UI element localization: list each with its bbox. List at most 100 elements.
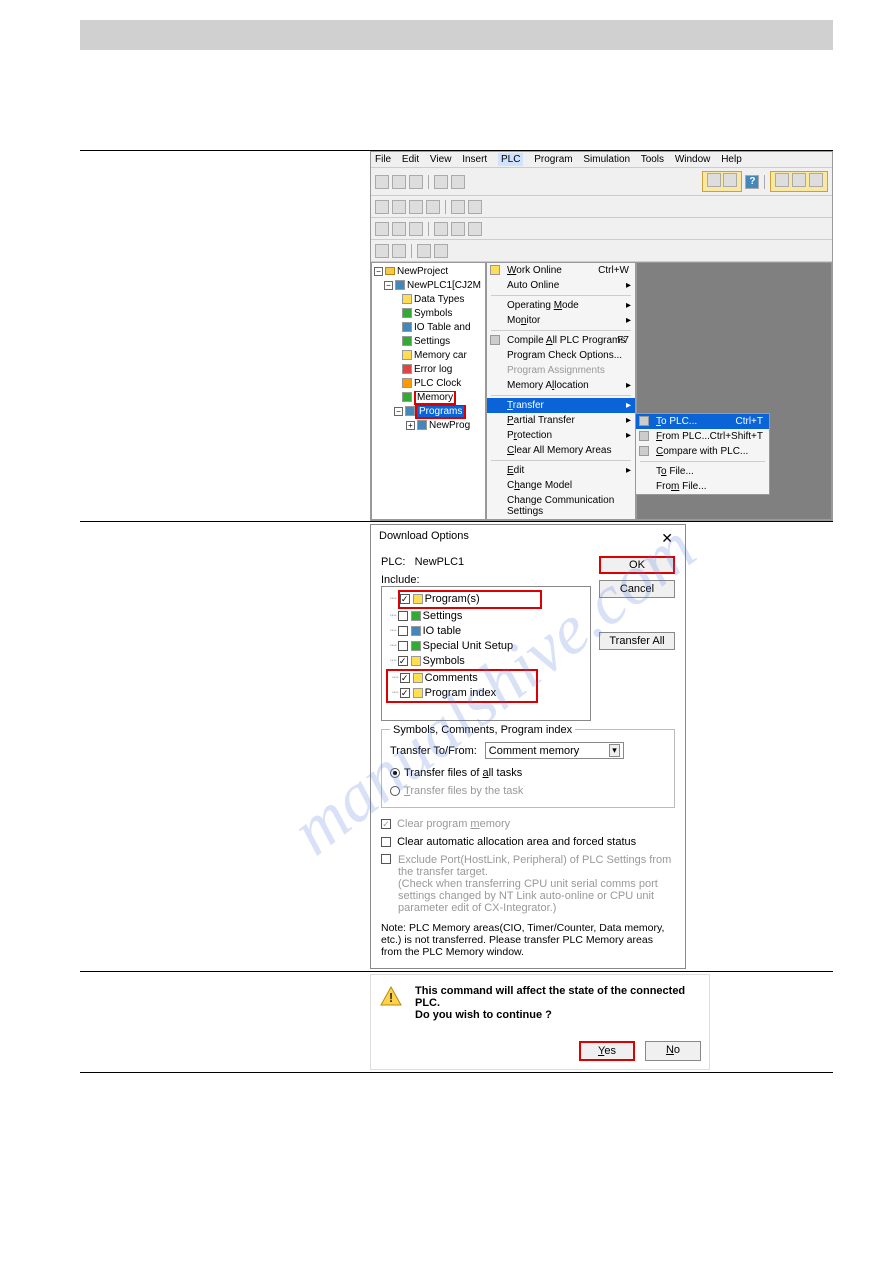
menu-program[interactable]: Program (534, 154, 572, 165)
submenu-from-plc[interactable]: From PLC...Ctrl+Shift+T (636, 429, 769, 444)
menu-clear-mem[interactable]: Clear All Memory Areas (487, 443, 635, 458)
menu-tools[interactable]: Tools (641, 154, 664, 165)
plc-label: PLC: (381, 556, 405, 568)
tb-icon[interactable] (375, 200, 389, 214)
tb-icon[interactable] (468, 200, 482, 214)
page-header-bar (80, 20, 833, 50)
menu-insert[interactable]: Insert (462, 154, 487, 165)
item-programs[interactable]: Program(s) (425, 593, 480, 605)
tb-icon[interactable] (451, 222, 465, 236)
item-program-index[interactable]: Program index (425, 687, 497, 699)
menu-protection[interactable]: Protection▸ (487, 428, 635, 443)
tb-icon[interactable] (375, 222, 389, 236)
menu-change-model[interactable]: Change Model (487, 478, 635, 493)
chk-iotable[interactable] (398, 626, 408, 636)
cancel-button[interactable]: Cancel (599, 580, 675, 598)
chk-program-index[interactable] (400, 688, 410, 698)
chk-special[interactable] (398, 641, 408, 651)
menu-transfer[interactable]: Transfer▸ (487, 398, 635, 413)
tree-node[interactable]: Error log (414, 364, 452, 375)
no-button[interactable]: No (645, 1041, 701, 1061)
tb-icon[interactable] (809, 173, 823, 187)
include-tree[interactable]: ┈Program(s) ┈Settings ┈IO table ┈Special… (381, 586, 591, 721)
yes-button[interactable]: Yes (579, 1041, 635, 1061)
tb-icon[interactable] (468, 222, 482, 236)
tb-icon[interactable] (409, 200, 423, 214)
menu-change-comm[interactable]: Change Communication Settings (487, 493, 635, 519)
tree-plc[interactable]: NewPLC1[CJ2M (407, 280, 481, 291)
chk-programs[interactable] (400, 594, 410, 604)
chk-comments[interactable] (400, 673, 410, 683)
menubar[interactable]: File Edit View Insert PLC Program Simula… (371, 152, 832, 168)
chevron-down-icon[interactable]: ▾ (609, 744, 620, 757)
menu-monitor[interactable]: Monitor▸ (487, 313, 635, 328)
menu-mem-alloc[interactable]: Memory Allocation▸ (487, 378, 635, 393)
tb-new-icon[interactable] (375, 175, 389, 189)
tree-node[interactable]: PLC Clock (414, 378, 461, 389)
chk-symbols[interactable] (398, 656, 408, 666)
menu-plc[interactable]: PLC (498, 153, 523, 166)
chk-clear-auto-alloc[interactable] (381, 837, 391, 847)
menu-work-online[interactable]: Work OnlineCtrl+W (487, 263, 635, 278)
tb-icon[interactable] (723, 173, 737, 187)
submenu-to-plc[interactable]: To PLC...Ctrl+T (636, 414, 769, 429)
tb-icon[interactable] (434, 244, 448, 258)
tree-node[interactable]: NewProg (429, 420, 470, 431)
ok-button[interactable]: OK (599, 556, 675, 574)
tree-node[interactable]: Settings (414, 336, 450, 347)
submenu-from-file[interactable]: From File... (636, 479, 769, 494)
project-tree[interactable]: −NewProject −NewPLC1[CJ2M Data Types Sym… (371, 262, 486, 520)
close-icon[interactable]: ✕ (657, 530, 677, 547)
tb-icon[interactable] (434, 222, 448, 236)
tb-icon[interactable] (409, 222, 423, 236)
chk-settings[interactable] (398, 611, 408, 621)
tb-icon[interactable] (775, 173, 789, 187)
tb-icon[interactable] (451, 200, 465, 214)
menu-auto-online[interactable]: Auto Online▸ (487, 278, 635, 293)
tb-print-icon[interactable] (434, 175, 448, 189)
menu-compile-all[interactable]: Compile All PLC ProgramsF7 (487, 333, 635, 348)
submenu-compare[interactable]: Compare with PLC... (636, 444, 769, 459)
menu-file[interactable]: File (375, 154, 391, 165)
tree-node[interactable]: Data Types (414, 294, 464, 305)
transfer-dropdown[interactable]: Comment memory ▾ (485, 742, 624, 759)
menu-help[interactable]: Help (721, 154, 742, 165)
tb-icon[interactable] (392, 222, 406, 236)
transfer-all-button[interactable]: Transfer All (599, 632, 675, 650)
menu-view[interactable]: View (430, 154, 452, 165)
menu-edit[interactable]: Edit▸ (487, 463, 635, 478)
item-settings[interactable]: Settings (423, 610, 463, 622)
tb-icon[interactable] (392, 200, 406, 214)
menu-operating-mode[interactable]: Operating Mode▸ (487, 298, 635, 313)
tb-preview-icon[interactable] (451, 175, 465, 189)
plc-dropdown-menu[interactable]: Work OnlineCtrl+W Auto Online▸ Operating… (486, 262, 636, 520)
item-iotable[interactable]: IO table (423, 625, 462, 637)
menu-edit[interactable]: Edit (402, 154, 419, 165)
item-comments[interactable]: Comments (425, 672, 478, 684)
menu-check-options[interactable]: Program Check Options... (487, 348, 635, 363)
tb-icon[interactable] (375, 244, 389, 258)
menu-simulation[interactable]: Simulation (583, 154, 630, 165)
tb-icon[interactable] (417, 244, 431, 258)
tb-save-icon[interactable] (409, 175, 423, 189)
tree-node[interactable]: Memory car (414, 350, 467, 361)
tree-node-programs[interactable]: Programs (417, 406, 464, 417)
tb-icon[interactable] (792, 173, 806, 187)
menu-partial-transfer[interactable]: Partial Transfer▸ (487, 413, 635, 428)
tree-node[interactable]: Symbols (414, 308, 452, 319)
menu-window[interactable]: Window (675, 154, 711, 165)
radio-all-tasks[interactable] (390, 768, 400, 778)
tree-root[interactable]: NewProject (397, 266, 448, 277)
tree-node-memory[interactable]: Memory (414, 391, 456, 405)
tb-open-icon[interactable] (392, 175, 406, 189)
tb-icon[interactable] (707, 173, 721, 187)
transfer-submenu[interactable]: To PLC...Ctrl+T From PLC...Ctrl+Shift+T … (635, 413, 770, 495)
submenu-to-file[interactable]: To File... (636, 464, 769, 479)
tb-help-icon[interactable]: ? (745, 175, 759, 189)
tb-icon[interactable] (426, 200, 440, 214)
tb-icon[interactable] (392, 244, 406, 258)
tree-node[interactable]: IO Table and (414, 322, 471, 333)
ide-window: File Edit View Insert PLC Program Simula… (370, 151, 833, 521)
item-symbols[interactable]: Symbols (423, 655, 465, 667)
item-special[interactable]: Special Unit Setup (423, 640, 514, 652)
